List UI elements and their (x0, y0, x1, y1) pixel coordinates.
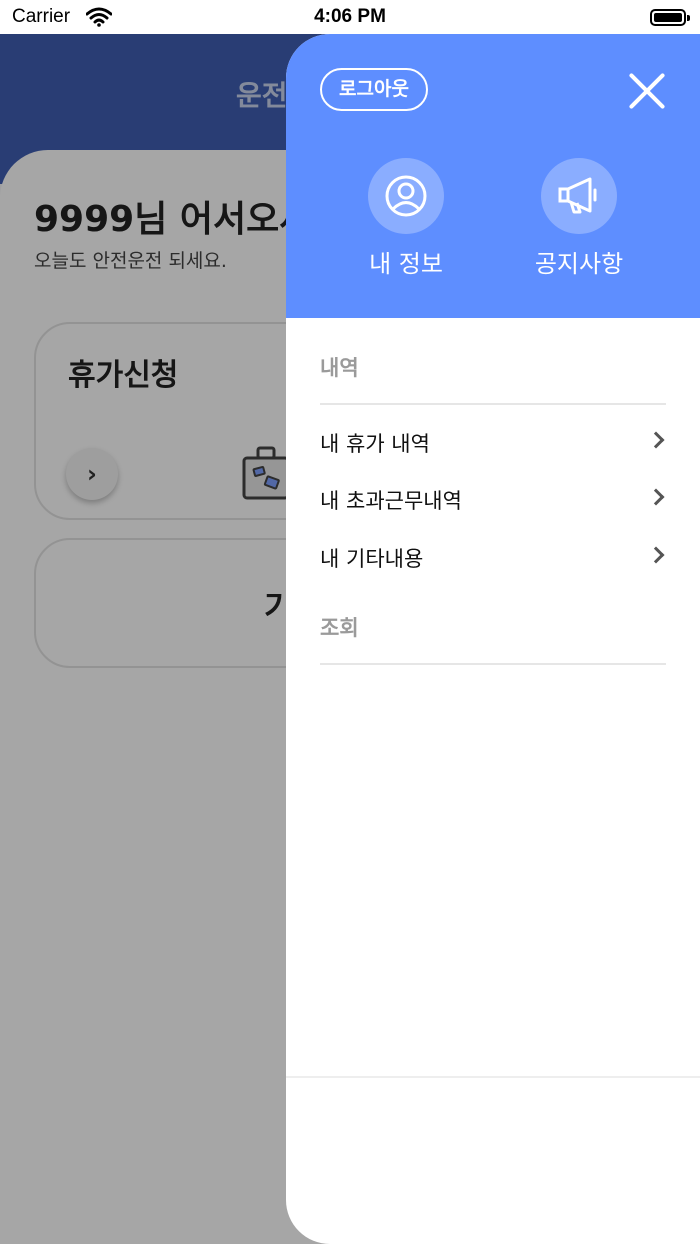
user-icon (385, 175, 427, 217)
status-bar: Carrier 4:06 PM (0, 0, 700, 34)
chevron-right-icon (647, 431, 665, 449)
user-icon-circle (368, 158, 444, 234)
menu-item-label: 내 기타내용 (320, 547, 424, 571)
drawer-header: 로그아웃 내 정보 공지사항 (286, 34, 700, 318)
menu-item-other-history[interactable]: 내 기타내용 (320, 537, 666, 579)
notice-label: 공지사항 (534, 250, 624, 278)
section-title-history: 내역 (320, 356, 359, 380)
divider (320, 663, 666, 665)
menu-item-label: 내 초과근무내역 (320, 489, 462, 513)
divider (320, 403, 666, 405)
megaphone-icon (558, 177, 597, 214)
menu-item-vacation-history[interactable]: 내 휴가 내역 (320, 422, 666, 464)
my-info-button[interactable]: 내 정보 (336, 158, 476, 279)
section-title-lookup: 조회 (320, 616, 359, 640)
notice-button[interactable]: 공지사항 (509, 158, 649, 279)
logout-button[interactable]: 로그아웃 (320, 68, 428, 111)
menu-item-overtime-history[interactable]: 내 초과근무내역 (320, 479, 666, 521)
drawer-footer-divider (286, 1076, 700, 1078)
close-icon[interactable] (627, 71, 667, 111)
megaphone-icon-circle (541, 158, 617, 234)
my-info-label: 내 정보 (369, 250, 443, 278)
clock: 4:06 PM (314, 6, 386, 27)
battery-icon (650, 9, 690, 26)
chevron-right-icon (647, 488, 665, 506)
menu-item-label: 내 휴가 내역 (320, 432, 430, 456)
side-drawer: 로그아웃 내 정보 공지사항 내역 내 휴가 내역 내 초과근무내역 내 기타내… (286, 34, 700, 1244)
chevron-right-icon (647, 546, 665, 564)
